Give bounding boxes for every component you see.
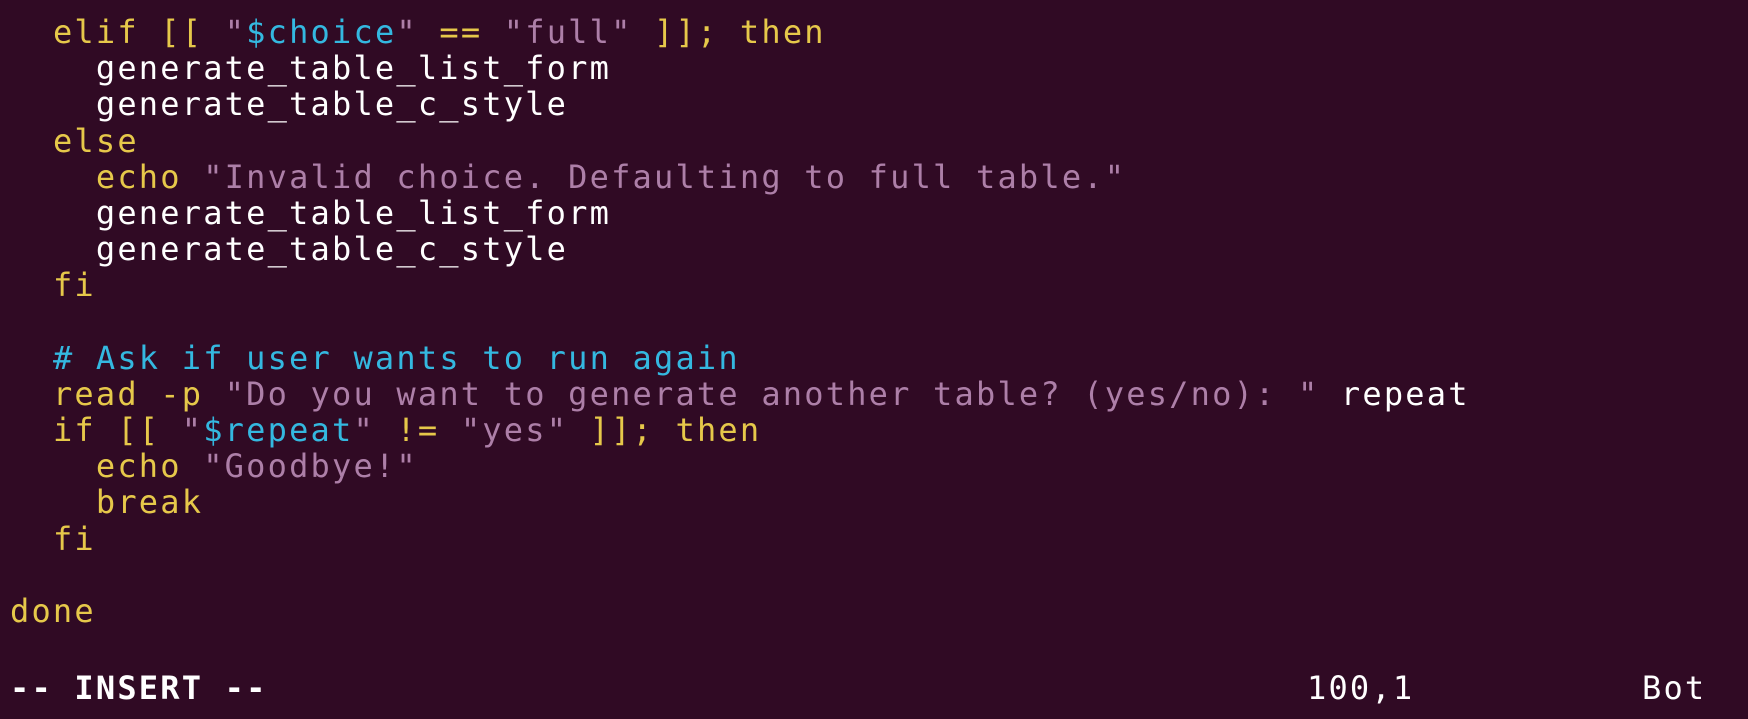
code-line[interactable]: elif [[ "$choice" == "full" ]]; then [10, 14, 1738, 50]
code-token: != [374, 411, 461, 450]
code-line[interactable]: generate_table_list_form [10, 50, 1738, 86]
code-token: $choice [246, 13, 397, 51]
code-token: " [396, 13, 418, 51]
code-line[interactable] [10, 304, 1738, 340]
code-line[interactable]: read -p "Do you want to generate another… [10, 376, 1738, 412]
code-token: fi [52, 519, 96, 558]
code-line[interactable]: echo "Invalid choice. Defaulting to full… [10, 159, 1738, 195]
code-token: " [353, 411, 375, 450]
code-token: read [52, 374, 139, 413]
code-token: "Invalid choice. Defaulting to full tabl… [203, 157, 1127, 196]
code-token: ]]; [632, 13, 740, 51]
code-line[interactable]: # Ask if user wants to run again [10, 340, 1738, 376]
code-line[interactable]: fi [10, 267, 1738, 303]
code-token: == [417, 13, 504, 51]
code-token: then [675, 411, 762, 450]
code-token: "full" [503, 13, 633, 51]
code-line[interactable]: generate_table_list_form [10, 195, 1738, 231]
code-token: $repeat [203, 411, 354, 450]
code-line[interactable]: done [10, 593, 1738, 629]
code-token: " [181, 411, 204, 450]
code-token: generate_table_c_style [10, 230, 569, 269]
code-token: repeat [1319, 374, 1470, 413]
code-token: "Goodbye!" [203, 447, 418, 486]
code-token: else [52, 121, 139, 160]
code-token: generate_table_list_form [10, 193, 612, 232]
code-line[interactable]: fi [10, 521, 1738, 557]
code-line[interactable]: generate_table_c_style [10, 231, 1738, 267]
code-token: done [10, 592, 96, 630]
code-line[interactable]: else [10, 121, 1738, 160]
scroll-position: Bot [1642, 669, 1707, 707]
code-token: if [52, 411, 96, 450]
code-token: [[ [95, 411, 182, 450]
code-token: [[ [138, 13, 225, 51]
code-token: echo [95, 447, 182, 486]
cursor-position: 100,1 [1307, 669, 1415, 707]
code-token: fi [52, 266, 96, 305]
status-bar: -- INSERT -- 100,1 Bot [10, 670, 1738, 706]
code-token: break [95, 483, 204, 522]
code-token: "Do you want to generate another table? … [224, 374, 1320, 413]
mode-indicator: -- INSERT -- [10, 669, 268, 707]
code-token: ]]; [568, 411, 676, 450]
code-token: elif [52, 13, 139, 51]
code-token: echo [95, 157, 182, 196]
code-token: then [739, 13, 826, 51]
code-line[interactable]: echo "Goodbye!" [10, 448, 1738, 484]
code-token: # Ask if user wants to run again [52, 338, 740, 377]
code-editor[interactable]: elif [[ "$choice" == "full" ]]; then gen… [10, 14, 1738, 629]
code-token: "yes" [460, 411, 569, 450]
code-token: generate_table_c_style [10, 85, 569, 124]
code-line[interactable]: break [10, 484, 1738, 520]
code-line[interactable]: generate_table_c_style [10, 86, 1738, 122]
code-token: -p [138, 374, 225, 413]
code-token: generate_table_list_form [10, 49, 612, 88]
code-line[interactable] [10, 557, 1738, 593]
code-line[interactable]: if [[ "$repeat" != "yes" ]]; then [10, 412, 1738, 448]
code-token: " [224, 13, 247, 51]
